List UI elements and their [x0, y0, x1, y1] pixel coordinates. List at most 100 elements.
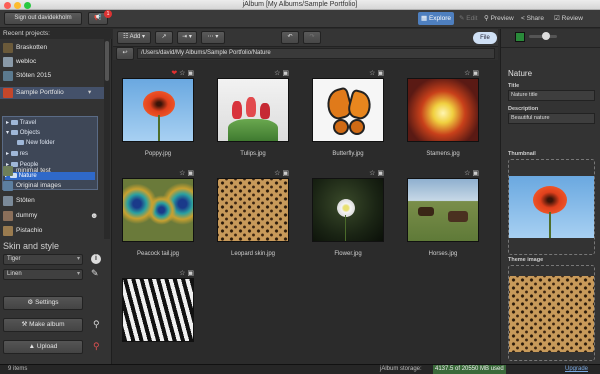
storage-usage: 4137.5 of 20550 MB used — [433, 365, 506, 374]
thumbnail-item[interactable]: ☆ ▣ Stamens.jpg — [402, 68, 482, 164]
theme-image-dropzone[interactable] — [508, 265, 595, 361]
project-item[interactable]: Original images — [0, 180, 104, 192]
upgrade-link[interactable]: Upgrade — [565, 365, 588, 374]
thumbnail-dropzone[interactable] — [508, 159, 595, 255]
project-item[interactable]: Stöten — [0, 195, 104, 207]
heart-icon[interactable]: ❤ — [171, 70, 177, 77]
project-thumbnail — [3, 226, 13, 236]
thumbnail-caption: Flower.jpg — [334, 251, 362, 257]
style-select[interactable]: Linen ▾ — [3, 269, 83, 280]
project-item[interactable]: minimal test — [0, 165, 104, 177]
open-icon: ↗ — [161, 34, 167, 40]
status-icon[interactable] — [515, 32, 525, 42]
project-thumbnail — [3, 211, 13, 221]
thumbnail-item[interactable]: ❤ ☆ ▣ Poppy.jpg — [117, 68, 197, 164]
tree-item-new-folder[interactable]: New folder — [17, 139, 55, 147]
skin-info-icon[interactable]: i — [91, 254, 101, 264]
project-item[interactable]: webloc — [0, 56, 104, 68]
thumbnail-item[interactable]: ☆ ▣ Leopard skin.jpg — [212, 168, 292, 264]
status-bar: 9 items jAlbum storage: 4137.5 of 20550 … — [0, 364, 600, 374]
horses-image — [407, 178, 479, 242]
storage-label: jAlbum storage: — [380, 366, 422, 372]
tab-preview[interactable]: ⚲ Preview — [484, 12, 514, 25]
web-preview-icon[interactable]: ⚲ — [93, 341, 100, 352]
item-count: 9 items — [8, 366, 28, 372]
skin-select[interactable]: Tiger ▾ — [3, 254, 83, 265]
folder-tree: ▸ Travel ▾ Objects New folder ▸ res ▸ Pe… — [2, 116, 98, 190]
thumbnail-item[interactable]: ☆ ▣ — [117, 268, 197, 364]
project-thumbnail — [3, 181, 13, 191]
upload-button[interactable]: ▲ Upload — [3, 340, 83, 354]
undo-icon: ↶ — [287, 34, 293, 40]
settings-button[interactable]: ⚙ Settings — [3, 296, 83, 310]
redo-button[interactable]: ↷ — [303, 31, 321, 44]
project-item[interactable]: Pistachio — [0, 225, 104, 237]
style-edit-icon[interactable]: ✎ — [91, 268, 99, 279]
tree-item-objects[interactable]: ▾ Objects — [6, 129, 40, 137]
signout-button[interactable]: Sign out davidekholm — [4, 12, 82, 25]
project-item[interactable]: Braskotten — [0, 42, 104, 54]
project-thumbnail — [3, 196, 13, 206]
project-item[interactable]: dummy ☻ — [0, 210, 104, 222]
projects-scrollbar[interactable] — [104, 39, 110, 239]
magnifier-icon: ⚲ — [484, 15, 491, 22]
divider — [501, 47, 600, 48]
thumbnail-item[interactable]: ☆ ▣ Flower.jpg — [307, 168, 387, 264]
sort-file-name[interactable]: File name — [473, 32, 497, 53]
leopard-image — [217, 178, 289, 242]
tab-share[interactable]: < Share — [521, 12, 544, 25]
redo-icon: ↷ — [309, 34, 315, 40]
tab-explore[interactable]: ▦ Explore — [418, 12, 454, 25]
thumbnail-label: Thumbnail — [508, 151, 536, 157]
tree-item-res[interactable]: ▸ res — [6, 150, 28, 158]
skin-and-style-heading: Skin and style — [3, 241, 60, 251]
zoom-slider-knob[interactable] — [542, 32, 550, 40]
more-button[interactable]: ⋯ ▾ — [201, 31, 225, 44]
thumbnail-caption: Stamens.jpg — [426, 151, 460, 157]
stamens-image — [407, 78, 479, 142]
item-icons: ☆ ▣ — [179, 170, 194, 177]
parent-folder-button[interactable]: ↩ — [116, 47, 134, 60]
back-arrow-icon: ↩ — [122, 50, 128, 56]
poppy-image — [122, 78, 194, 142]
megaphone-icon: 📢 — [94, 15, 102, 21]
left-panel: Recent projects: Braskotten webloc Stöte… — [0, 29, 112, 364]
project-thumbnail — [3, 166, 13, 176]
path-field[interactable]: /Users/david/My Albums/Sample Portfolio/… — [137, 48, 495, 59]
album-toolbar: ☷ Add ▾ ↗ ⇥ ▾ ⋯ ▾ ↶ ↷ File name — [113, 29, 498, 53]
zoom-window-icon[interactable] — [24, 2, 31, 9]
tab-review[interactable]: ☑ Review — [554, 12, 583, 25]
projects-scrollbar-thumb[interactable] — [105, 41, 109, 81]
thumbnail-caption: Tulips.jpg — [240, 151, 266, 157]
zoom-slider[interactable] — [529, 32, 557, 40]
item-icons: ☆ ▣ — [179, 270, 194, 277]
thumbnail-item[interactable]: ☆ ▣ Butterfly.jpg — [307, 68, 387, 164]
project-thumbnail — [3, 57, 13, 67]
undo-button[interactable]: ↶ — [281, 31, 299, 44]
magnifier-icon[interactable]: ⚲ — [93, 319, 100, 330]
export-button[interactable]: ⇥ ▾ — [177, 31, 197, 44]
thumbnail-caption: Butterfly.jpg — [332, 151, 364, 157]
close-window-icon[interactable] — [4, 2, 11, 9]
add-button[interactable]: ☷ Add ▾ — [117, 31, 151, 44]
title-field[interactable]: Nature title — [508, 90, 595, 101]
tab-edit[interactable]: ✎ Edit — [459, 12, 477, 25]
tree-item-travel[interactable]: ▸ Travel — [6, 119, 36, 127]
folder-icon — [10, 129, 18, 135]
item-icons: ❤ ☆ ▣ — [171, 70, 194, 77]
project-item-selected[interactable]: Sample Portfolio ▾ — [0, 87, 104, 99]
make-album-button[interactable]: ⚒ Make album — [3, 318, 83, 332]
folder-icon — [10, 119, 18, 125]
open-folder-button[interactable]: ↗ — [155, 31, 173, 44]
main-toolbar: Sign out davidekholm 📢 1 ▦ Explore ✎ Edi… — [0, 10, 600, 28]
thumbnail-item[interactable]: ☆ ▣ Horses.jpg — [402, 168, 482, 264]
thumbnail-caption: Leopard skin.jpg — [230, 251, 276, 257]
thumbnail-item[interactable]: ☆ ▣ Tulips.jpg — [212, 68, 292, 164]
project-item[interactable]: Stöten 2015 — [0, 70, 104, 82]
item-icons: ☆ ▣ — [464, 170, 479, 177]
thumbnail-caption: Horses.jpg — [428, 251, 458, 257]
chevron-down-icon[interactable]: ▾ — [88, 87, 91, 99]
minimize-window-icon[interactable] — [14, 2, 21, 9]
description-field[interactable]: Beautiful nature — [508, 113, 595, 124]
thumbnail-item[interactable]: ☆ ▣ Peacock tail.jpg — [117, 168, 197, 264]
